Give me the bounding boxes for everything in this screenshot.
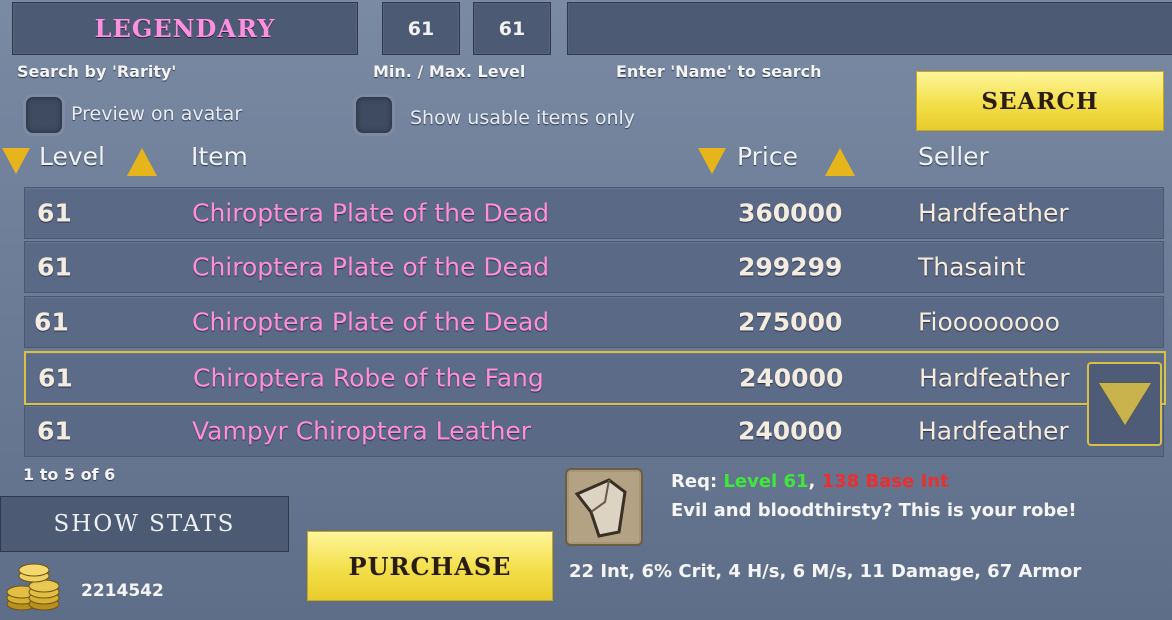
req-prefix: Req: [671, 471, 718, 492]
req-int: 138 Base Int [821, 471, 949, 492]
header-seller[interactable]: Seller [918, 142, 989, 171]
header-level[interactable]: Level [39, 142, 105, 171]
robe-item-icon [565, 468, 643, 546]
sort-desc-icon[interactable] [698, 148, 726, 174]
row-item: Chiroptera Plate of the Dead [192, 252, 550, 282]
sort-asc-icon[interactable] [825, 148, 855, 176]
purchase-button[interactable]: PURCHASE [307, 531, 553, 601]
name-search-input[interactable] [567, 2, 1172, 55]
row-item: Vampyr Chiroptera Leather [192, 416, 532, 446]
table-row[interactable]: 61 Vampyr Chiroptera Leather 240000 Hard… [24, 405, 1164, 457]
max-level-input[interactable]: 61 [473, 2, 551, 55]
item-stats: 22 Int, 6% Crit, 4 H/s, 6 M/s, 11 Damage… [569, 561, 1082, 582]
row-seller: Thasaint [918, 252, 1026, 282]
row-level: 61 [34, 307, 69, 337]
req-level: Level 61 [723, 471, 809, 492]
header-price[interactable]: Price [737, 142, 798, 171]
row-level: 61 [37, 416, 72, 446]
header-item[interactable]: Item [191, 142, 248, 171]
level-label: Min. / Max. Level [373, 62, 526, 81]
rarity-dropdown[interactable]: LEGENDARY [12, 2, 358, 55]
gold-amount: 2214542 [81, 581, 164, 601]
row-level: 61 [38, 363, 73, 393]
row-price: 240000 [738, 416, 843, 446]
table-row-selected[interactable]: 61 Chiroptera Robe of the Fang 240000 Ha… [24, 351, 1166, 405]
scroll-down-icon [1098, 383, 1151, 425]
row-item: Chiroptera Plate of the Dead [192, 307, 550, 337]
usable-checkbox[interactable] [353, 94, 395, 136]
min-level-input[interactable]: 61 [382, 2, 460, 55]
search-button[interactable]: SEARCH [916, 71, 1164, 131]
table-row[interactable]: 61 Chiroptera Plate of the Dead 360000 H… [24, 187, 1164, 239]
row-price: 360000 [738, 198, 843, 228]
row-seller: Hardfeather [918, 416, 1069, 446]
row-seller: Hardfeather [919, 363, 1070, 393]
row-item: Chiroptera Robe of the Fang [193, 363, 544, 393]
table-row[interactable]: 61 Chiroptera Plate of the Dead 299299 T… [24, 241, 1164, 293]
show-stats-button[interactable]: SHOW STATS [0, 496, 289, 552]
row-level: 61 [37, 252, 72, 282]
requirements-text: Req: Level 61, 138 Base Int [671, 471, 949, 492]
row-price: 240000 [739, 363, 844, 393]
gold-coins-icon [6, 563, 60, 611]
sort-desc-icon[interactable] [2, 148, 30, 174]
row-seller: Hardfeather [918, 198, 1069, 228]
scroll-down-button[interactable] [1087, 362, 1162, 446]
paging-text: 1 to 5 of 6 [23, 465, 116, 484]
usable-label: Show usable items only [410, 107, 636, 129]
name-label: Enter 'Name' to search [616, 62, 822, 81]
preview-label: Preview on avatar [71, 103, 243, 125]
sort-asc-icon[interactable] [127, 148, 157, 176]
row-price: 299299 [738, 252, 843, 282]
row-price: 275000 [738, 307, 843, 337]
rarity-label: Search by 'Rarity' [17, 62, 177, 81]
row-item: Chiroptera Plate of the Dead [192, 198, 550, 228]
req-separator: , [808, 471, 816, 492]
table-row[interactable]: 61 Chiroptera Plate of the Dead 275000 F… [24, 296, 1164, 348]
preview-checkbox[interactable] [23, 94, 65, 136]
item-description: Evil and bloodthirsty? This is your robe… [671, 500, 1077, 521]
row-seller: Fioooooooo [918, 307, 1060, 337]
row-level: 61 [37, 198, 72, 228]
